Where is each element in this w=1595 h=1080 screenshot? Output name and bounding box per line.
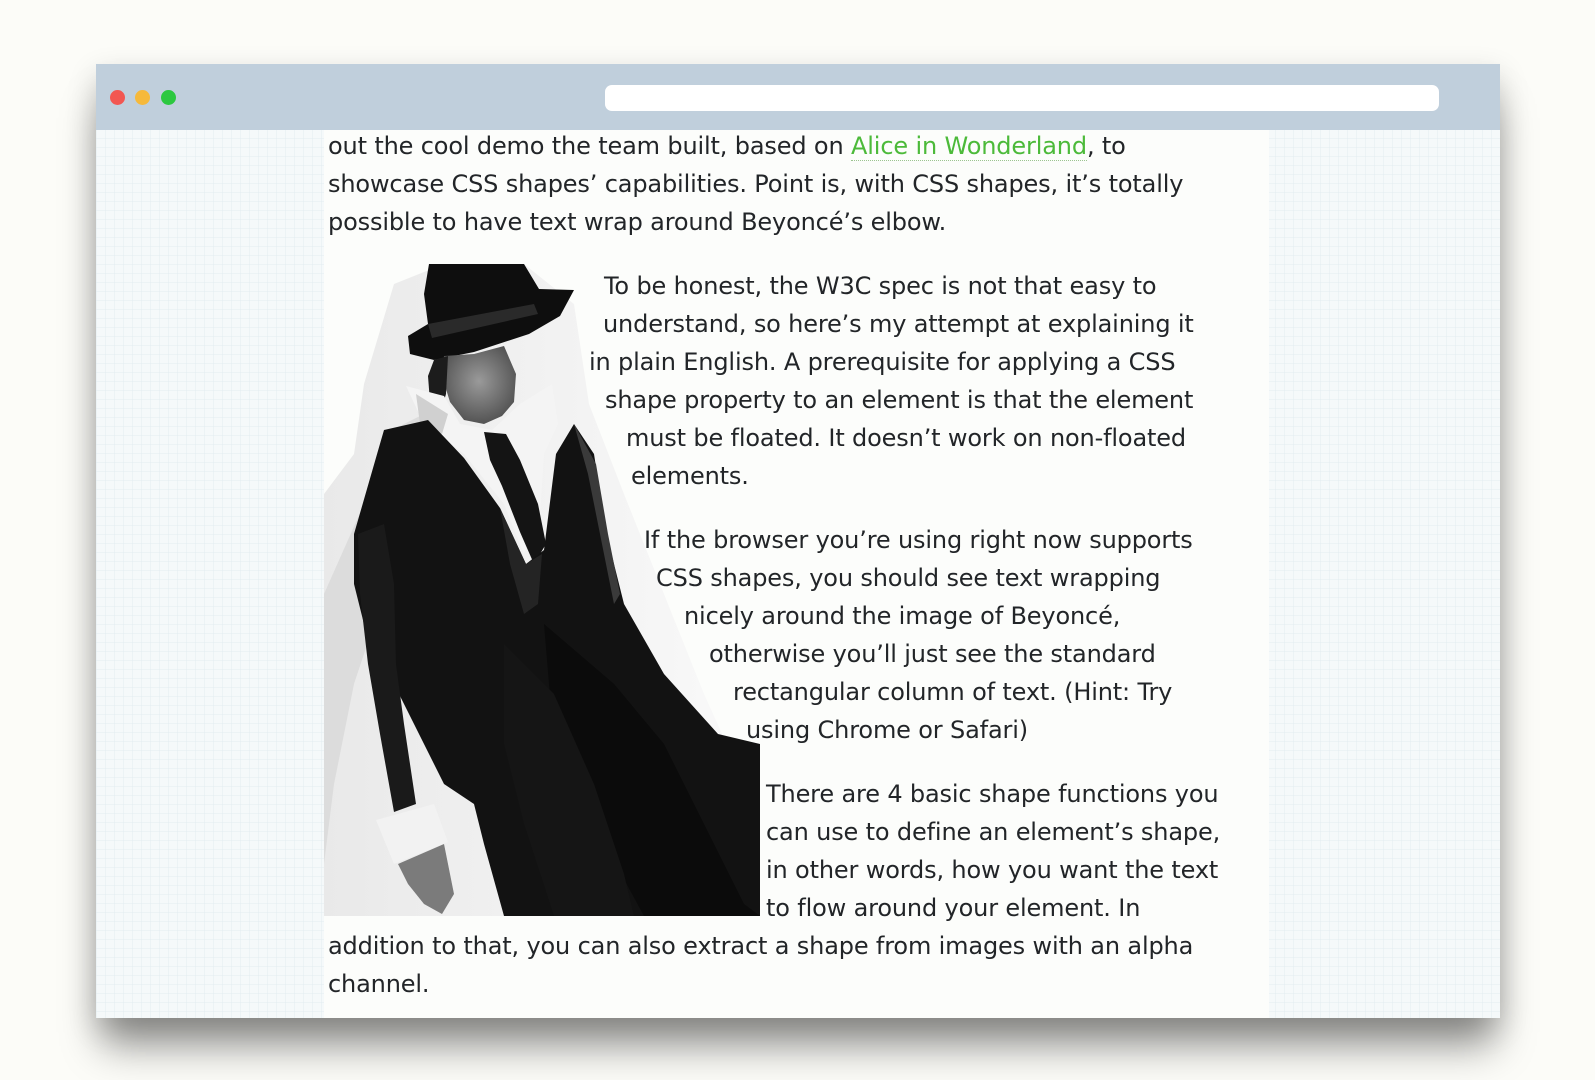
minimize-window-button[interactable]	[135, 90, 150, 105]
para2-line-6: using Chrome or Safari)	[746, 716, 1028, 744]
intro-line-1: out the cool demo the team built, based …	[328, 130, 1126, 165]
intro-line-1-tail: , to	[1086, 132, 1126, 160]
para3-line-5: addition to that, you can also extract a…	[328, 932, 1194, 960]
page-viewport: out the cool demo the team built, based …	[96, 130, 1500, 1018]
para2-line-3: nicely around the image of Beyoncé,	[684, 602, 1121, 630]
para1-line-5: must be floated. It doesn’t work on non-…	[626, 424, 1186, 452]
para3-line-6: channel.	[328, 970, 430, 998]
para1-line-4: shape property to an element is that the…	[605, 386, 1194, 414]
para3-line-1: There are 4 basic shape functions you	[766, 780, 1219, 808]
para2-line-5: rectangular column of text. (Hint: Try	[733, 678, 1173, 706]
alice-in-wonderland-link[interactable]: Alice in Wonderland	[851, 132, 1087, 161]
para3-line-2: can use to define an element’s shape,	[766, 818, 1221, 846]
browser-titlebar	[96, 64, 1500, 130]
para2-line-2: CSS shapes, you should see text wrapping	[656, 564, 1161, 592]
close-window-button[interactable]	[110, 90, 125, 105]
para1-line-1: To be honest, the W3C spec is not that e…	[604, 272, 1157, 300]
intro-line-2: showcase CSS shapes’ capabilities. Point…	[328, 170, 1184, 198]
para2-line-1: If the browser you’re using right now su…	[644, 526, 1193, 554]
para2-line-4: otherwise you’ll just see the standard	[709, 640, 1156, 668]
intro-line-3: possible to have text wrap around Beyonc…	[328, 208, 947, 236]
maximize-window-button[interactable]	[161, 90, 176, 105]
browser-window: out the cool demo the team built, based …	[96, 64, 1500, 1018]
intro-line-1-text: out the cool demo the team built, based …	[328, 132, 852, 160]
address-bar[interactable]	[605, 85, 1439, 111]
para1-line-6: elements.	[631, 462, 749, 490]
para1-line-3: in plain English. A prerequisite for app…	[589, 348, 1176, 376]
para1-line-2: understand, so here’s my attempt at expl…	[603, 310, 1194, 338]
para3-line-3: in other words, how you want the text	[766, 856, 1219, 884]
para3-line-4: to flow around your element. In	[766, 894, 1141, 922]
